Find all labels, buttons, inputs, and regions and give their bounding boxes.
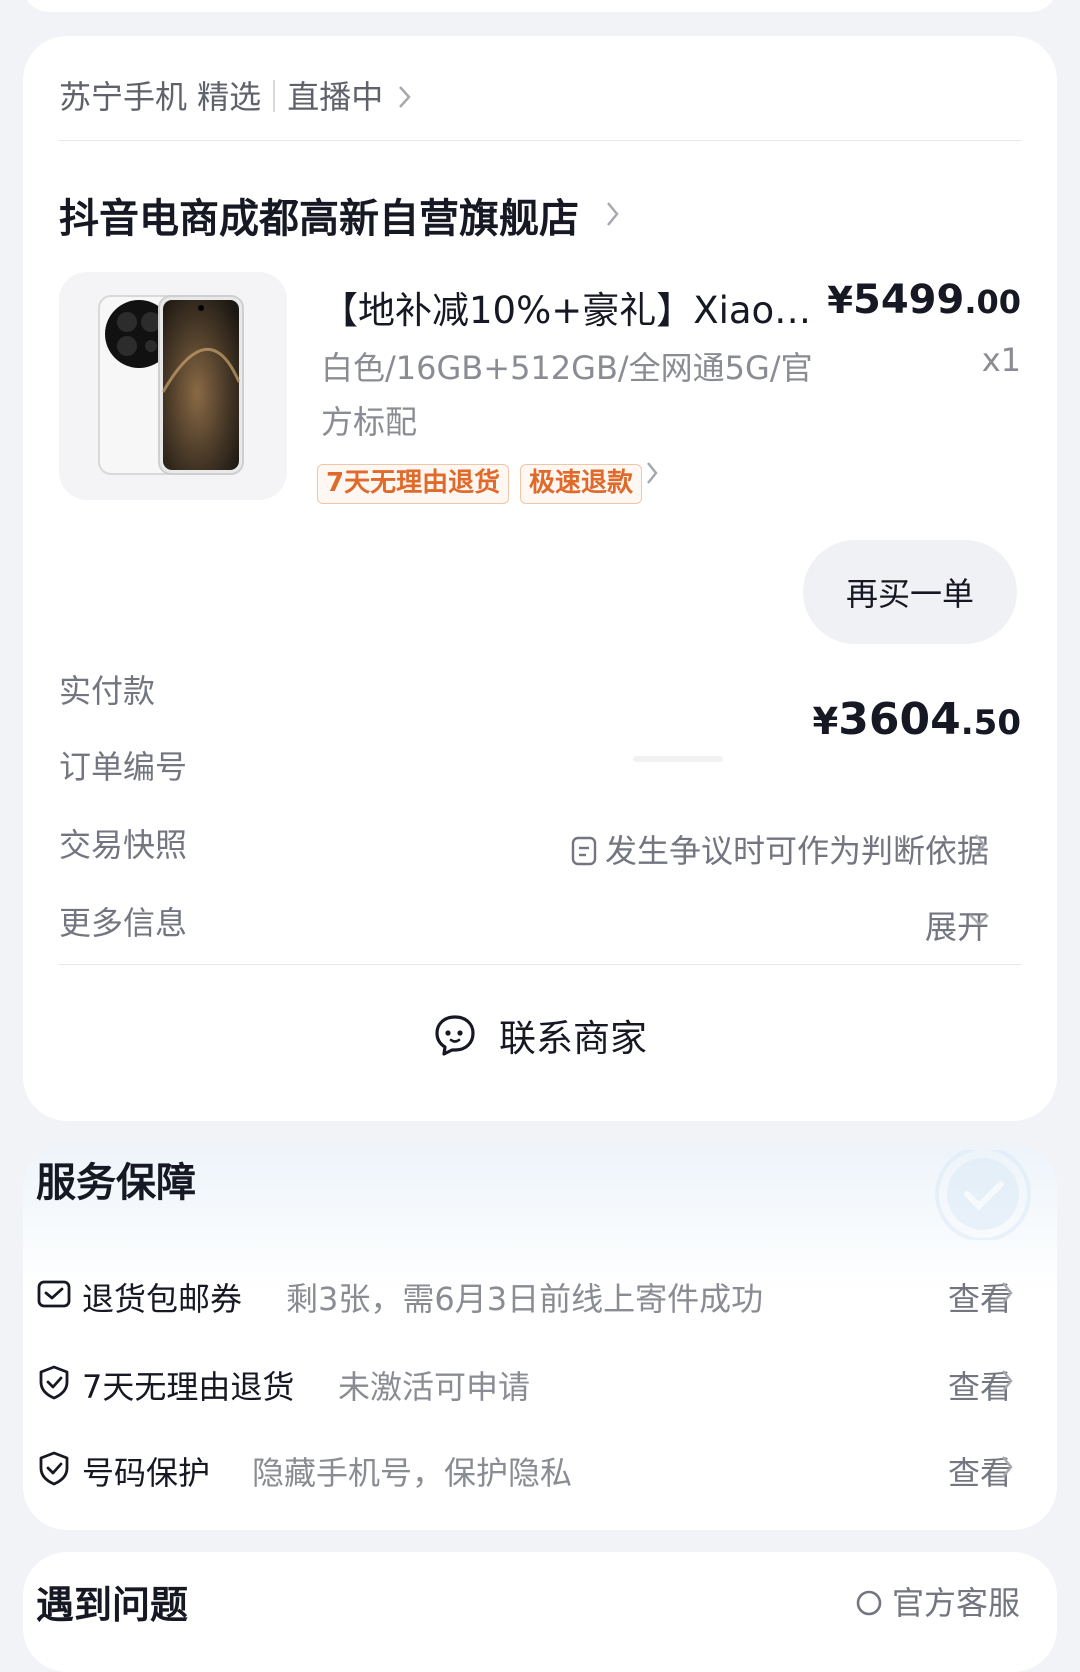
currency-symbol: ¥ [812,700,839,743]
snapshot-label: 交易快照 [59,826,188,864]
paid-amount: ¥3604.50 [813,694,1021,745]
official-service-label: 官方客服 [891,1584,1020,1622]
channel-source: 苏宁手机 精选 [59,78,262,116]
coupon-icon [37,1280,71,1308]
channel-separator [273,80,276,112]
official-service-link[interactable]: 官方客服 [854,1578,1020,1624]
product-image[interactable] [59,272,287,500]
shield-check-icon [39,1451,69,1486]
contact-merchant-label: 联系商家 [499,1017,647,1060]
chevron-right-icon [399,86,412,108]
issue-title: 遇到问题 [36,1583,189,1627]
more-info-label: 更多信息 [59,904,188,942]
price-decimal: .00 [964,283,1021,321]
chat-icon [435,1015,475,1056]
snapshot-link[interactable]: 发生争议时可作为判断依据 [571,826,989,872]
product-quantity: x1 [981,341,1021,379]
service-item-name: 7天无理由退货 [82,1368,295,1406]
paid-label: 实付款 [59,672,156,710]
snapshot-value: 发生争议时可作为判断依据 [604,832,989,870]
service-item-desc: 未激活可申请 [338,1368,531,1406]
order-number-label: 订单编号 [59,748,188,786]
chevron-right-icon[interactable] [1000,1454,1014,1480]
order-card: 苏宁手机 精选 直播中 抖音电商成都高新自营旗舰店 【地补减10%+豪礼】Xia… [23,36,1057,1121]
chevron-right-icon [606,202,619,226]
currency-symbol: ¥ [827,279,853,322]
chevron-right-icon[interactable] [973,832,987,858]
phone-illustration [98,295,244,475]
service-item-name: 号码保护 [82,1454,211,1492]
divider [59,964,1021,965]
store-name-link[interactable]: 抖音电商成都高新自营旗舰店 [59,186,621,244]
store-name: 抖音电商成都高新自营旗舰店 [59,196,579,242]
previous-card [23,0,1057,12]
price-integer: 5499 [852,277,965,323]
contact-merchant-button[interactable]: 联系商家 [23,990,1057,1080]
document-icon [571,836,597,866]
order-number-redacted [633,756,723,762]
service-item-desc: 隐藏手机号，保护隐私 [252,1454,573,1492]
product-price: ¥5499.00 [827,277,1021,323]
service-item-name: 退货包邮券 [82,1280,243,1318]
tag-fast-refund[interactable]: 极速退款 [520,464,643,504]
channel-live-status: 直播中 [287,78,384,116]
channel-link[interactable]: 苏宁手机 精选 直播中 [59,72,413,118]
headset-icon [856,1590,882,1616]
chevron-right-icon[interactable] [1000,1280,1014,1306]
paid-integer: 3604 [838,694,961,745]
shield-check-icon [39,1365,69,1400]
product-title[interactable]: 【地补减10%+豪礼】Xiao… [321,280,831,334]
badge-check-icon [935,1150,1031,1240]
chevron-down-icon[interactable] [967,912,991,928]
service-item-desc: 剩3张，需6月3日前线上寄件成功 [286,1280,764,1318]
paid-decimal: .50 [960,703,1021,743]
chevron-right-icon[interactable] [1000,1368,1014,1394]
tag-7-day-return[interactable]: 7天无理由退货 [317,464,510,504]
divider [59,140,1021,141]
service-title: 服务保障 [36,1160,196,1206]
chevron-right-icon[interactable] [645,460,659,486]
product-spec: 白色/16GB+512GB/全网通5G/官方标配 [321,349,813,441]
buy-again-button[interactable]: 再买一单 [803,540,1017,644]
